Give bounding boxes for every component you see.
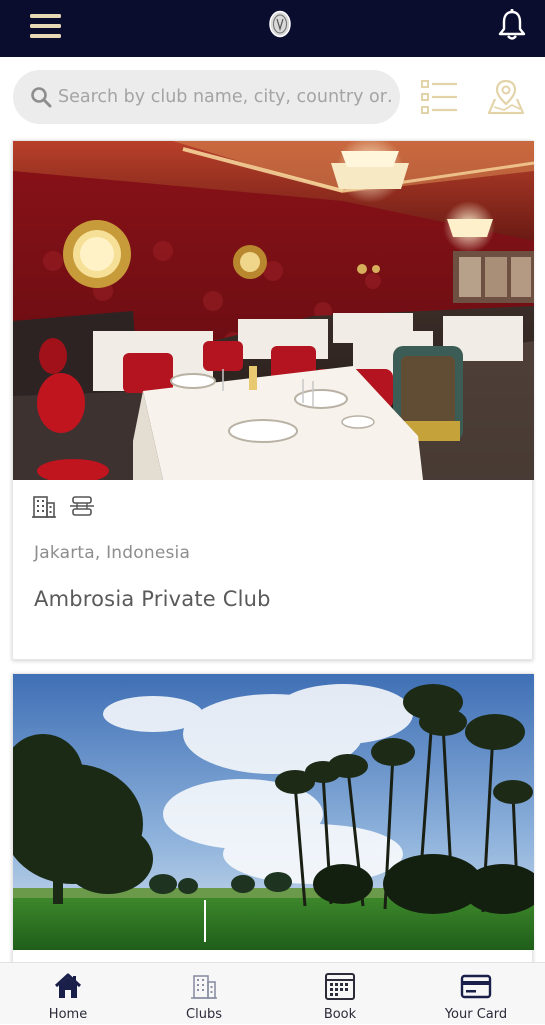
nav-book-label: Book <box>323 1007 357 1022</box>
app-header <box>0 0 545 57</box>
nav-clubs[interactable]: Clubs <box>136 963 272 1025</box>
building-icon <box>31 493 57 519</box>
search-bar[interactable] <box>13 70 400 124</box>
map-pin-icon[interactable] <box>486 77 526 117</box>
nav-home-label: Home <box>48 1007 88 1022</box>
club-name: Ambrosia Private Club <box>34 587 271 611</box>
club-photo-restaurant-interior <box>13 141 534 480</box>
nav-book[interactable]: Book <box>272 963 408 1025</box>
hamburger-menu-icon[interactable] <box>28 12 64 42</box>
bottom-navigation: Home Clubs Book Your Card <box>0 962 545 1024</box>
clubs-building-icon <box>191 975 217 999</box>
notification-bell-icon[interactable] <box>497 8 527 42</box>
nav-your-card[interactable]: Your Card <box>408 963 544 1025</box>
club-card[interactable] <box>12 673 534 973</box>
club-crest-logo[interactable] <box>268 10 292 38</box>
club-card[interactable]: Jakarta, Indonesia Ambrosia Private Club <box>12 140 534 660</box>
list-view-icon[interactable] <box>420 79 460 115</box>
calendar-icon <box>325 973 355 1000</box>
club-photo-golf-course-palms <box>13 674 534 950</box>
search-input[interactable] <box>58 70 393 124</box>
nav-home[interactable]: Home <box>0 963 136 1025</box>
nav-your-card-label: Your Card <box>444 1007 508 1022</box>
home-icon <box>54 973 82 998</box>
nav-clubs-label: Clubs <box>186 1007 222 1022</box>
credit-card-icon <box>460 974 492 999</box>
dining-table-icon <box>69 493 95 519</box>
search-icon <box>31 87 52 108</box>
club-location: Jakarta, Indonesia <box>34 543 191 563</box>
